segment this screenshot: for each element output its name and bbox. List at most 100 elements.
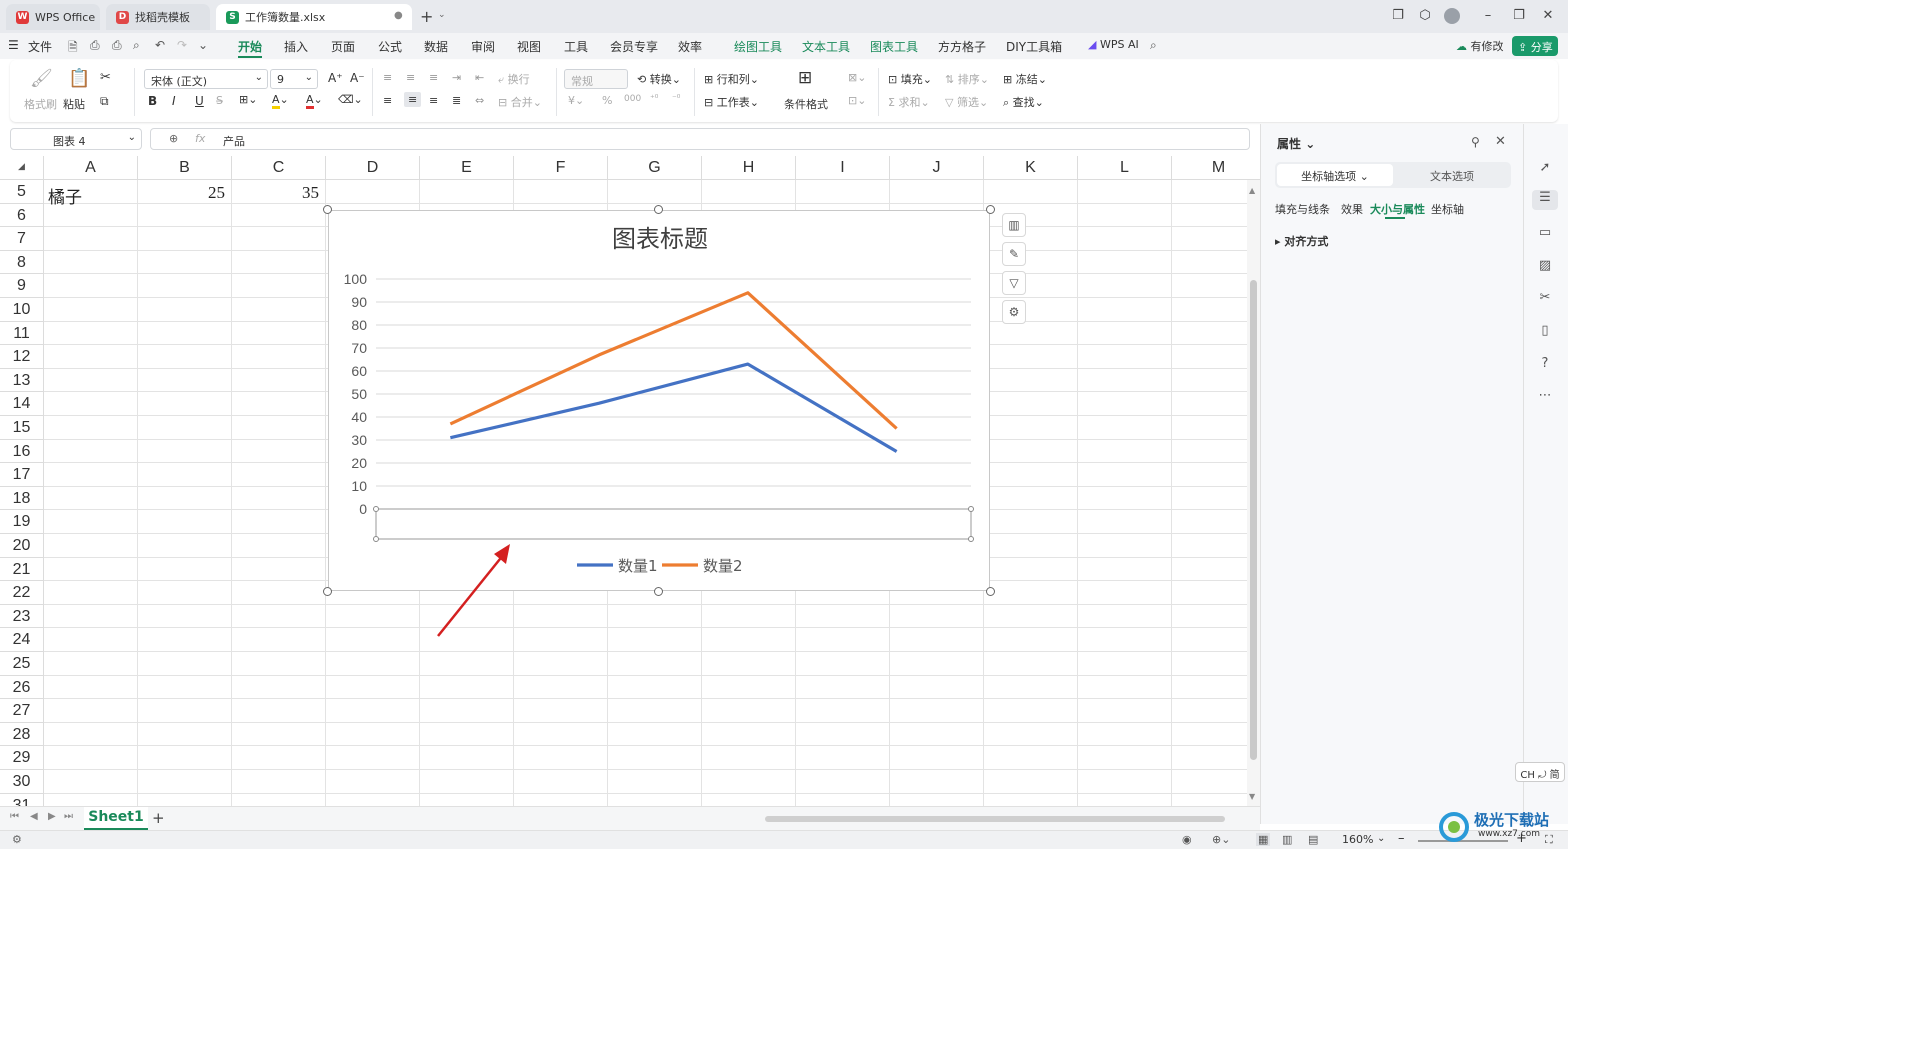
tab-text-options[interactable]: 文本选项	[1395, 164, 1509, 186]
row-header-13[interactable]: 13	[0, 368, 44, 393]
menu-drawing-tools[interactable]: 绘图工具	[734, 38, 782, 55]
row-header-26[interactable]: 26	[0, 675, 44, 700]
vertical-scrollbar[interactable]: ▲ ▼	[1247, 180, 1260, 806]
subtab-size-properties[interactable]: 大小与属性	[1370, 201, 1425, 217]
font-grow-icon[interactable]: A⁺	[328, 71, 343, 85]
fill-button[interactable]: ⊡ 填充⌄	[888, 71, 932, 87]
avatar[interactable]	[1444, 8, 1460, 24]
column-header-i[interactable]: I	[796, 156, 890, 180]
column-header-e[interactable]: E	[420, 156, 514, 180]
paste-icon[interactable]: 📋	[68, 68, 90, 89]
next-sheet-icon[interactable]: ▶	[48, 811, 56, 822]
row-header-19[interactable]: 19	[0, 510, 44, 534]
convert-button[interactable]: ⟲ 转换⌄	[637, 71, 681, 87]
axis-selection-handle[interactable]	[373, 506, 379, 512]
new-tab-button[interactable]: +	[420, 7, 433, 26]
align-right-icon[interactable]: ≡	[429, 94, 438, 107]
row-col-button[interactable]: ⊞ 行和列⌄	[704, 71, 759, 87]
chart-style-brush-icon[interactable]: ✎	[1002, 242, 1026, 266]
freeze-button[interactable]: ⊞ 冻结⌄	[1003, 71, 1047, 87]
row-header-16[interactable]: 16	[0, 439, 44, 464]
row-header-25[interactable]: 25	[0, 652, 44, 676]
restore-icon[interactable]: ❐	[1509, 8, 1529, 23]
conditional-format-icon[interactable]: ⊞	[798, 68, 812, 88]
font-size-select[interactable]: 9 ⌄	[270, 69, 318, 89]
row-header-17[interactable]: 17	[0, 463, 44, 487]
row-header-5[interactable]: 5	[0, 180, 44, 204]
bold-button[interactable]: B	[148, 94, 157, 108]
undo-icon[interactable]: ↶	[155, 38, 165, 52]
subtab-effects[interactable]: 效果	[1341, 201, 1363, 217]
menu-formula[interactable]: 公式	[378, 38, 402, 55]
section-alignment[interactable]: ▸ 对齐方式	[1275, 233, 1328, 249]
minimize-icon[interactable]: –	[1478, 8, 1498, 23]
number-format-select[interactable]: 常规	[564, 69, 628, 89]
row-header-23[interactable]: 23	[0, 604, 44, 629]
column-header-f[interactable]: F	[514, 156, 608, 180]
menu-review[interactable]: 审阅	[471, 38, 495, 55]
close-panel-icon[interactable]: ✕	[1495, 134, 1506, 149]
copy-icon[interactable]: ⧉	[100, 94, 109, 109]
properties-sliders-icon[interactable]: ☰	[1532, 190, 1558, 210]
outdent-icon[interactable]: ⇤	[475, 71, 484, 84]
first-sheet-icon[interactable]: ⏮	[10, 811, 19, 822]
category-axis-selection-box[interactable]	[375, 508, 972, 540]
chevron-down-icon[interactable]: ⌄	[438, 10, 446, 20]
align-center-icon[interactable]: ≡	[404, 92, 422, 107]
filter-button[interactable]: ▽ 筛选⌄	[945, 94, 988, 110]
eraser-icon[interactable]: ⌫⌄	[338, 93, 363, 106]
row-header-6[interactable]: 6	[0, 203, 44, 228]
row-header-15[interactable]: 15	[0, 416, 44, 440]
currency-icon[interactable]: ¥⌄	[568, 94, 584, 107]
menu-insert[interactable]: 插入	[284, 38, 308, 55]
tools-icon[interactable]: ✂	[1535, 290, 1555, 310]
row-header-7[interactable]: 7	[0, 227, 44, 251]
menu-data[interactable]: 数据	[424, 38, 448, 55]
menu-home[interactable]: 开始	[238, 38, 262, 55]
chart-legend[interactable]: 数量1 数量2	[577, 557, 743, 575]
border-icon[interactable]: ⊞⌄	[239, 93, 257, 106]
export-icon[interactable]: ⎙	[90, 38, 100, 53]
formula-input[interactable]: ⊕ fx 产品	[150, 128, 1250, 150]
menu-efficiency[interactable]: 效率	[678, 38, 702, 55]
unsaved-dot-icon[interactable]: ●	[394, 10, 403, 21]
row-header-21[interactable]: 21	[0, 557, 44, 582]
series-line-1[interactable]	[450, 362, 898, 453]
chart-settings-icon[interactable]: ⚙	[1002, 300, 1026, 324]
menu-page[interactable]: 页面	[331, 38, 355, 55]
column-header-a[interactable]: A	[44, 156, 138, 180]
zoom-chevron-icon[interactable]: ⌄	[1377, 833, 1385, 844]
align-middle-icon[interactable]: ≡	[406, 71, 415, 84]
panel-title[interactable]: 属性 ⌄	[1277, 135, 1315, 152]
help-icon[interactable]: ?	[1535, 356, 1555, 376]
font-shrink-icon[interactable]: A⁻	[350, 71, 365, 85]
underline-button[interactable]: U	[195, 94, 204, 108]
normal-view-icon[interactable]: ▦	[1256, 833, 1271, 846]
resize-handle-nw[interactable]	[323, 205, 332, 214]
find-button[interactable]: ⌕ 查找⌄	[1003, 94, 1044, 110]
comment-icon[interactable]: ▭	[1535, 225, 1555, 245]
row-header-28[interactable]: 28	[0, 722, 44, 747]
sheet-tab-sheet1[interactable]: Sheet1	[84, 807, 148, 830]
percent-icon[interactable]: %	[602, 94, 612, 107]
fill-color-icon[interactable]: A⌄	[272, 93, 289, 109]
thousands-icon[interactable]: 000	[624, 94, 641, 104]
column-header-j[interactable]: J	[890, 156, 984, 180]
axis-selection-handle[interactable]	[373, 536, 379, 542]
prev-sheet-icon[interactable]: ◀	[30, 811, 38, 822]
more-chevron-icon[interactable]: ⌄	[198, 38, 208, 52]
align-bottom-icon[interactable]: ≡	[429, 71, 438, 84]
ime-indicator[interactable]: CH ⤾ 简	[1515, 762, 1565, 782]
subtab-axis[interactable]: 坐标轴	[1431, 201, 1464, 217]
page-break-view-icon[interactable]: ▥	[1282, 833, 1292, 846]
scroll-down-icon[interactable]: ▼	[1249, 792, 1255, 801]
cell-b5[interactable]: 25	[208, 183, 225, 203]
column-header-l[interactable]: L	[1078, 156, 1172, 180]
subtab-fill-line[interactable]: 填充与线条	[1275, 201, 1330, 217]
select-cursor-icon[interactable]: ➚	[1535, 160, 1555, 180]
close-icon[interactable]: ✕	[1538, 8, 1558, 23]
row-header-12[interactable]: 12	[0, 345, 44, 369]
zoom-out-icon[interactable]: –	[1398, 831, 1405, 846]
conditional-format-label[interactable]: 条件格式	[784, 96, 828, 112]
sum-button[interactable]: Σ 求和⌄	[888, 94, 930, 110]
